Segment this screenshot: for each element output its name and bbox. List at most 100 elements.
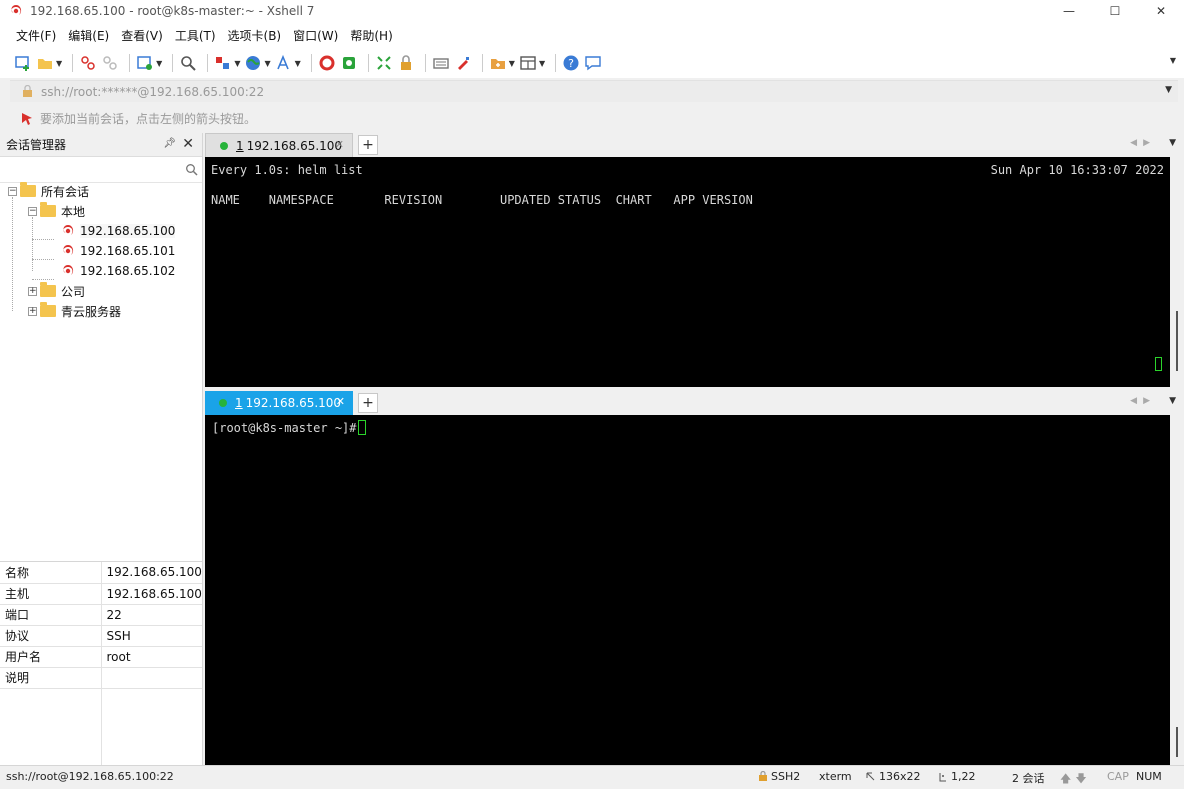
status-caps: CAP — [1107, 770, 1129, 783]
arrow-down-icon[interactable]: 🡇︎ — [1075, 770, 1086, 789]
tab-label: 192.168.65.100 — [245, 396, 342, 410]
property-row: 端口 22 — [0, 604, 202, 626]
xftp-button[interactable] — [340, 51, 358, 75]
divider — [101, 688, 102, 766]
open-folder-button[interactable]: ▼ — [36, 51, 62, 75]
toolbar-separator — [129, 54, 131, 72]
highlight-button[interactable] — [454, 51, 472, 75]
collapse-icon[interactable]: − — [28, 206, 37, 216]
new-tab-button[interactable]: + — [358, 135, 378, 155]
chevron-down-icon[interactable]: ▼ — [56, 59, 62, 68]
menu-file[interactable]: 文件(F) — [10, 22, 62, 48]
address-input[interactable]: ssh://root:******@192.168.65.100:22 — [41, 85, 264, 99]
connect-button[interactable] — [79, 51, 97, 75]
disconnect-button[interactable] — [101, 51, 119, 75]
tree-line — [32, 259, 54, 260]
bottom-terminal[interactable]: [root@k8s-master ~]# — [205, 415, 1184, 765]
session-tab[interactable]: 1 192.168.65.100 ✕ — [205, 133, 353, 157]
layout-button[interactable]: ▼ — [214, 51, 240, 75]
session-tab[interactable]: 1 192.168.65.100 ✕ — [205, 391, 353, 415]
keyboard-button[interactable] — [432, 51, 450, 75]
menu-window[interactable]: 窗口(W) — [287, 22, 344, 48]
menu-tabs[interactable]: 选项卡(B) — [222, 22, 288, 48]
bookmark-arrow-icon[interactable] — [20, 111, 34, 125]
tab-scroll-arrows-icon[interactable]: ◀▶ — [1130, 396, 1156, 406]
pin-icon[interactable]: 📌︎ — [163, 138, 176, 149]
scrollbar-thumb[interactable] — [1176, 727, 1178, 757]
chevron-down-icon[interactable]: ▼ — [509, 59, 515, 68]
tree-node-session[interactable]: 192.168.65.100 — [60, 221, 176, 241]
chevron-down-icon[interactable]: ▼ — [234, 59, 240, 68]
connected-status-icon — [220, 141, 228, 150]
top-scrollbar[interactable] — [1170, 157, 1184, 387]
xftp-icon — [342, 57, 355, 69]
status-bar: ssh://root@192.168.65.100:22 SSH2 xterm … — [0, 765, 1184, 789]
help-button[interactable]: ? — [562, 51, 580, 75]
close-button[interactable]: ✕ — [1138, 0, 1184, 22]
arrow-up-icon[interactable]: 🡅︎ — [1060, 770, 1071, 789]
session-nav-arrows[interactable]: 🡅︎ 🡇︎ — [1060, 770, 1087, 789]
new-session-icon — [15, 56, 29, 71]
toolbar-separator — [481, 54, 483, 72]
tree-node-company[interactable]: + 公司 — [28, 281, 85, 301]
fullscreen-button[interactable] — [375, 51, 393, 75]
tab-scroll-arrows-icon[interactable]: ◀▶ — [1130, 138, 1156, 148]
keyboard-icon — [433, 58, 449, 69]
lock-button[interactable] — [397, 51, 415, 75]
menu-edit[interactable]: 编辑(E) — [62, 22, 115, 48]
property-row: 用户名 root — [0, 646, 202, 668]
new-tab-button[interactable]: + — [358, 393, 378, 413]
window-layout-button[interactable]: ▼ — [519, 51, 545, 75]
toolbar-overflow-icon[interactable]: ▼ — [1170, 56, 1176, 65]
tree-node-session[interactable]: 192.168.65.101 — [60, 241, 175, 261]
xshell-app-icon — [11, 5, 22, 15]
maximize-button[interactable]: ☐ — [1092, 0, 1138, 22]
properties-button[interactable]: ▼ — [136, 51, 162, 75]
xshell-button[interactable] — [318, 51, 336, 75]
tree-node-all-sessions[interactable]: − 所有会话 — [8, 181, 89, 201]
close-tab-icon[interactable]: ✕ — [336, 395, 345, 408]
chevron-down-icon[interactable]: ▼ — [295, 59, 301, 68]
menu-help[interactable]: 帮助(H) — [344, 22, 398, 48]
tree-node-local[interactable]: − 本地 — [28, 201, 85, 221]
toolbar: ▼ ▼ ▼ ▼ ▼ ▼ ▼ ? ▼ — [0, 48, 1184, 78]
tab-list-icon[interactable]: ▼ — [1169, 396, 1176, 406]
tree-node-session[interactable]: 192.168.65.102 — [60, 261, 175, 281]
minimize-button[interactable]: — — [1046, 0, 1092, 22]
menu-view[interactable]: 查看(V) — [115, 22, 169, 48]
bottom-scrollbar[interactable] — [1170, 415, 1184, 765]
expand-icon[interactable]: + — [28, 286, 37, 296]
session-search-input[interactable] — [0, 157, 202, 183]
menu-bar: 文件(F) 编辑(E) 查看(V) 工具(T) 选项卡(B) 窗口(W) 帮助(… — [0, 22, 1184, 48]
property-value: 22 — [101, 604, 202, 626]
status-cursor-pos: 1,22 — [938, 770, 976, 783]
globe-button[interactable]: ▼ — [244, 51, 271, 75]
new-folder-button[interactable]: ▼ — [489, 51, 515, 75]
find-button[interactable] — [179, 51, 197, 75]
chevron-down-icon[interactable]: ▼ — [264, 59, 270, 68]
close-tab-icon[interactable]: ✕ — [335, 138, 344, 151]
window-title: 192.168.65.100 - root@k8s-master:~ - Xsh… — [30, 4, 315, 18]
tree-node-cloud[interactable]: + 青云服务器 — [28, 301, 121, 321]
folder-icon — [40, 282, 56, 297]
address-bar[interactable]: ssh://root:******@192.168.65.100:22 ▼ — [10, 80, 1178, 102]
chevron-down-icon[interactable]: ▼ — [156, 59, 162, 68]
chevron-down-icon[interactable]: ▼ — [1165, 85, 1172, 95]
chevron-down-icon[interactable]: ▼ — [539, 59, 545, 68]
new-session-button[interactable] — [14, 51, 32, 75]
size-label: 136x22 — [879, 770, 921, 783]
property-value: SSH — [101, 625, 202, 647]
property-key: 端口 — [0, 604, 102, 626]
xshell-session-icon — [63, 265, 74, 275]
close-icon[interactable]: ✕ — [182, 136, 194, 152]
font-button[interactable]: ▼ — [275, 51, 301, 75]
top-terminal[interactable]: Every 1.0s: helm list Sun Apr 10 16:33:0… — [205, 157, 1184, 387]
property-key: 协议 — [0, 625, 102, 647]
scrollbar-thumb[interactable] — [1176, 311, 1178, 371]
expand-icon[interactable]: + — [28, 306, 37, 316]
chat-button[interactable] — [584, 51, 602, 75]
collapse-icon[interactable]: − — [8, 186, 17, 196]
tab-list-icon[interactable]: ▼ — [1169, 138, 1176, 148]
status-terminal-type: xterm — [819, 770, 852, 783]
menu-tools[interactable]: 工具(T) — [169, 22, 222, 48]
